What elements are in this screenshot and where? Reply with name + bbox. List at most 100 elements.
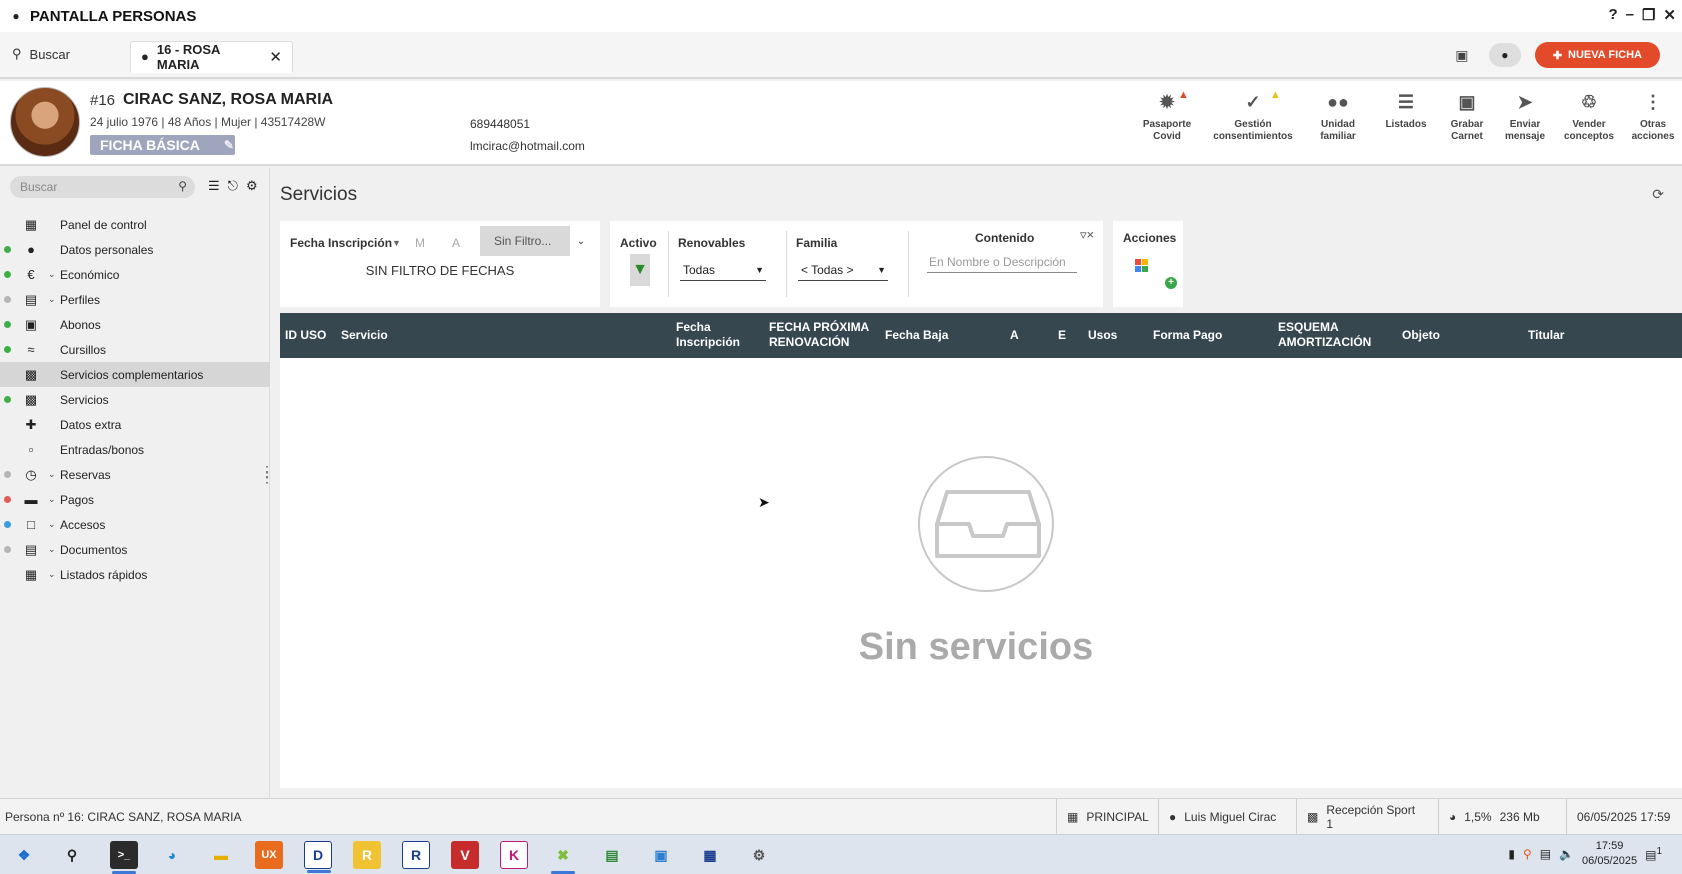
k-app-icon[interactable]: K [500, 841, 528, 869]
action-consentimientos[interactable]: ✓ ▲ Gestión consentimientos [1204, 89, 1302, 143]
date-field-select[interactable]: Fecha Inscripción [290, 236, 392, 250]
sidebar-item-perfiles[interactable]: ▤ ⌄ Perfiles [0, 287, 270, 312]
pin-icon[interactable]: ⎋ [228, 178, 238, 194]
usb-icon[interactable]: ▮ [1508, 847, 1515, 861]
chart-app-icon[interactable]: ▤ [598, 841, 626, 869]
sidebar-item-label: Servicios complementarios [60, 367, 204, 382]
r-yellow-app-icon[interactable]: R [353, 841, 381, 869]
status-dot [4, 296, 11, 303]
col-id-uso[interactable]: ID USO [285, 328, 326, 343]
user-card-icon[interactable]: ● [1488, 43, 1521, 67]
sidebar-item-datos-extra[interactable]: ✚ Datos extra [0, 412, 270, 437]
col-esquema-amortizacion[interactable]: ESQUEMA AMORTIZACIÓN [1278, 320, 1371, 350]
filter-icon[interactable]: ▼ [630, 254, 650, 286]
search-tab[interactable]: ⚲ Buscar [12, 46, 70, 62]
edge-browser-icon[interactable]: ◕ [158, 841, 186, 869]
sidebar-item-listados-rápidos[interactable]: ▦ ⌄ Listados rápidos [0, 562, 270, 587]
tools-app-icon[interactable]: ✖ [549, 841, 577, 874]
action-listados[interactable]: ☰ Listados [1374, 89, 1438, 143]
chevron-down-icon: ⌄ [48, 544, 56, 554]
cube-app-icon[interactable]: ▦ [696, 841, 724, 869]
col-fecha-inscripcion[interactable]: Fecha Inscripción [676, 320, 740, 350]
no-date-filter-text: SIN FILTRO DE FECHAS [365, 263, 515, 278]
col-forma-pago[interactable]: Forma Pago [1153, 328, 1222, 343]
screen-app-icon[interactable]: ▣ [647, 841, 675, 869]
clear-filter-icon[interactable]: ▿× [1080, 227, 1094, 243]
gear-app-icon[interactable]: ⚙ [745, 841, 773, 869]
col-fecha-proxima-renovacion[interactable]: FECHA PRÓXIMA RENOVACIÓN [769, 320, 869, 350]
gear-icon[interactable]: ⚙ [246, 178, 258, 194]
r-blue-app-icon[interactable]: R [402, 841, 430, 869]
sidebar-item-servicios-complementarios[interactable]: ▩ Servicios complementarios [0, 362, 270, 387]
location-label: Recepción Sport 1 [1326, 803, 1416, 831]
date-filter-select[interactable]: Sin Filtro... [480, 226, 570, 256]
minimize-icon[interactable]: – [1626, 6, 1634, 24]
sidebar-item-cursillos[interactable]: ≈ Cursillos [0, 337, 270, 362]
divider [668, 231, 669, 297]
action-label: Otras [1639, 119, 1667, 130]
file-explorer-icon[interactable]: ▬ [207, 841, 235, 869]
new-record-button[interactable]: ✚ NUEVA FICHA [1534, 42, 1660, 68]
sidebar-item-entradas-bonos[interactable]: ▫ Entradas/bonos [0, 437, 270, 462]
action-grabar-carnet[interactable]: ▣ Grabar Carnet [1438, 89, 1496, 143]
contenido-search-input[interactable]: En Nombre o Descripción [927, 251, 1077, 273]
sidebar-item-datos-personales[interactable]: ● Datos personales [0, 237, 270, 262]
add-service-icon[interactable]: + [1135, 251, 1177, 289]
menu-icon[interactable]: ☰ [208, 178, 220, 194]
v-app-icon[interactable]: V [451, 841, 479, 869]
close-icon[interactable]: ✕ [1663, 6, 1676, 24]
d-app-icon[interactable]: D [304, 841, 332, 873]
clock[interactable]: 17:59 06/05/2025 [1582, 839, 1637, 869]
action-unidad-familiar[interactable]: ●● Unidad familiar [1302, 89, 1374, 143]
status-dot [4, 521, 11, 528]
col-titular[interactable]: Titular [1528, 328, 1564, 343]
search-tool-icon[interactable]: ⚲ [1523, 847, 1532, 861]
ficha-badge[interactable]: FICHA BÁSICA ✎ [90, 135, 235, 155]
sidebar-item-pagos[interactable]: ▬ ⌄ Pagos [0, 487, 270, 512]
renovables-select[interactable]: Todas ▼ [680, 259, 766, 281]
sidebar-item-abonos[interactable]: ▣ Abonos [0, 312, 270, 337]
sidebar-item-accesos[interactable]: □ ⌄ Accesos [0, 512, 270, 537]
familia-select[interactable]: < Todas > ▼ [798, 259, 888, 281]
status-dot [4, 546, 11, 553]
network-icon[interactable]: ▤ [1540, 847, 1551, 861]
chevron-down-icon[interactable]: ⌄ [570, 226, 592, 256]
sidebar-search-input[interactable]: Buscar ⚲ [10, 176, 195, 198]
ux-app-icon[interactable]: UX [255, 841, 283, 869]
windows-start-icon[interactable]: ❖ [10, 841, 38, 869]
tab-record[interactable]: ● 16 - ROSA MARIA ✕ [130, 41, 293, 73]
col-servicio[interactable]: Servicio [341, 328, 388, 343]
volume-muted-icon[interactable]: 🔈 [1559, 847, 1574, 861]
col-a[interactable]: A [1010, 328, 1019, 343]
help-icon[interactable]: ? [1608, 6, 1617, 24]
status-dot [4, 396, 11, 403]
col-fecha-baja[interactable]: Fecha Baja [885, 328, 948, 343]
sidebar-item-label: Reservas [60, 467, 111, 482]
sidebar-item-panel-de-control[interactable]: ▦ Panel de control [0, 212, 270, 237]
avatar[interactable] [10, 87, 80, 157]
sidebar-item-reservas[interactable]: ◷ ⌄ Reservas [0, 462, 270, 487]
action-enviar-mensaje[interactable]: ➤ Enviar mensaje [1496, 89, 1554, 143]
terminal-app-icon[interactable]: >_ [110, 841, 138, 874]
sidebar-item-servicios[interactable]: ▩ Servicios [0, 387, 270, 412]
restore-icon[interactable]: ❐ [1642, 6, 1655, 24]
col-e[interactable]: E [1058, 328, 1066, 343]
action-vender-conceptos[interactable]: ♲ Vender conceptos [1554, 89, 1624, 143]
col-usos[interactable]: Usos [1088, 328, 1117, 343]
close-tab-icon[interactable]: ✕ [269, 48, 282, 66]
search-icon[interactable]: ⚲ [58, 841, 86, 869]
year-toggle[interactable]: A [452, 236, 460, 250]
euro-icon: € [27, 267, 35, 282]
sidebar-item-documentos[interactable]: ▤ ⌄ Documentos [0, 537, 270, 562]
action-otras-acciones[interactable]: ⋮ Otras acciones [1624, 89, 1682, 143]
notification-icon[interactable]: ▤1 [1645, 846, 1662, 862]
face-scan-icon[interactable]: ▣ [1449, 42, 1475, 68]
action-label: Unidad [1321, 119, 1355, 130]
month-toggle[interactable]: M [415, 236, 425, 250]
person-add-icon: ✚ [1552, 49, 1563, 62]
date-filter-panel: Fecha Inscripción ▼ M A Sin Filtro... ⌄ … [280, 221, 600, 307]
sidebar-item-económico[interactable]: € ⌄ Económico [0, 262, 270, 287]
col-objeto[interactable]: Objeto [1402, 328, 1440, 343]
action-pasaporte-covid[interactable]: ✹ ▲ Pasaporte Covid [1130, 89, 1204, 143]
refresh-icon[interactable]: ⟳ [1652, 186, 1664, 203]
